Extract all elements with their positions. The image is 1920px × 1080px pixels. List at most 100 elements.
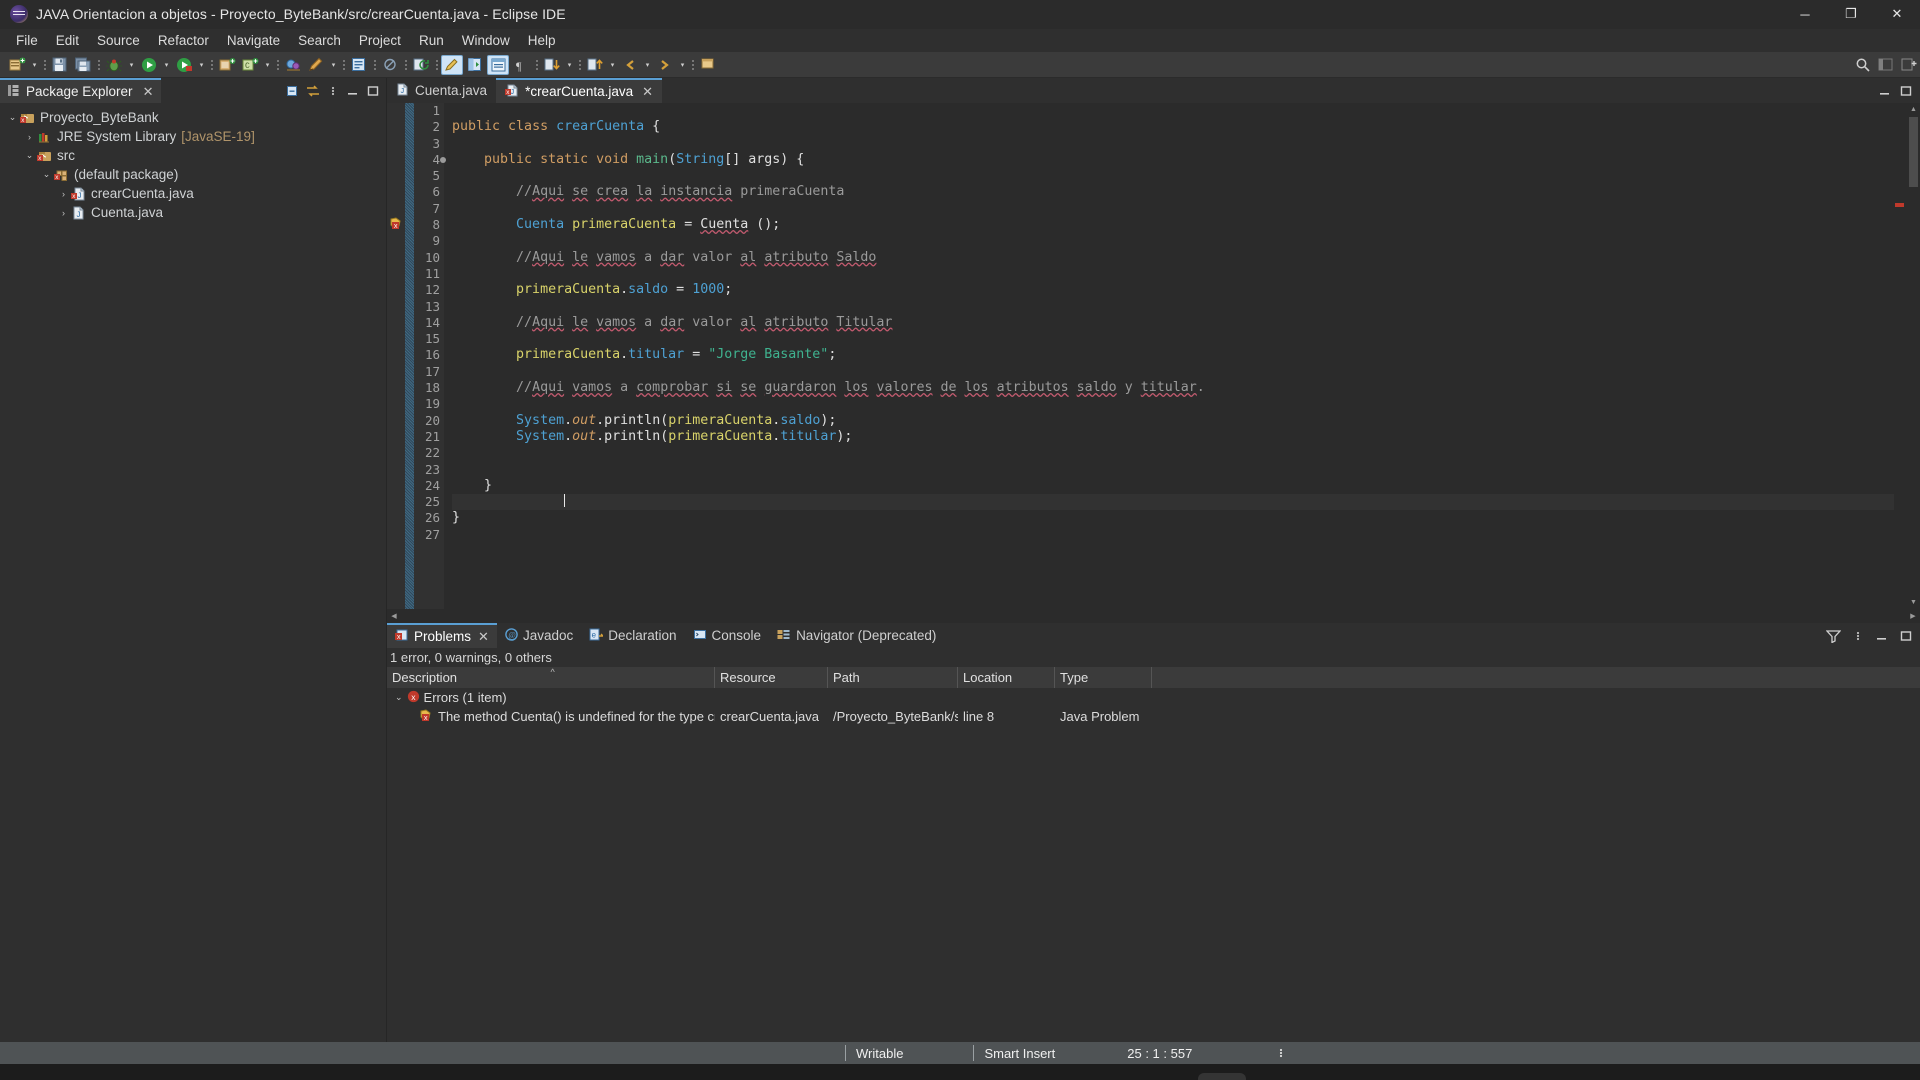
- tree-item-default-package[interactable]: ⌄ x (default package): [0, 165, 386, 184]
- column-header-type[interactable]: Type: [1055, 667, 1152, 688]
- tab-problems[interactable]: x Problems ✕: [387, 623, 497, 648]
- column-header-location[interactable]: Location: [958, 667, 1055, 688]
- search-dropdown-icon[interactable]: ▾: [328, 56, 339, 74]
- back-icon[interactable]: [619, 55, 641, 75]
- code-line[interactable]: System.out.println(primeraCuenta.saldo);: [452, 413, 1894, 429]
- back-dropdown-icon[interactable]: ▾: [642, 56, 653, 74]
- code-line[interactable]: [452, 462, 1894, 478]
- next-annotation-icon[interactable]: [541, 55, 563, 75]
- table-row[interactable]: x The method Cuenta() is undefined for t…: [387, 707, 1920, 726]
- code-line[interactable]: }: [452, 510, 1894, 526]
- scroll-down-icon[interactable]: ▼: [1907, 596, 1920, 609]
- scroll-up-icon[interactable]: ▲: [1907, 103, 1920, 116]
- maximize-view-icon[interactable]: [364, 82, 381, 99]
- menu-window[interactable]: Window: [453, 31, 519, 50]
- previous-annotation-icon[interactable]: [584, 55, 606, 75]
- save-icon[interactable]: [49, 55, 71, 75]
- pilcrow-icon[interactable]: ¶: [510, 55, 532, 75]
- minimize-button[interactable]: ─: [1782, 0, 1828, 29]
- code-line[interactable]: [452, 331, 1894, 347]
- minimize-editor-icon[interactable]: [1876, 82, 1893, 99]
- overview-error-mark[interactable]: [1895, 203, 1904, 207]
- editor-horizontal-scrollbar[interactable]: ◀ ▶: [387, 609, 1920, 623]
- code-line[interactable]: [452, 364, 1894, 380]
- link-with-editor-icon[interactable]: [304, 82, 321, 99]
- toolbar-search-icon[interactable]: [1852, 55, 1874, 75]
- code-line[interactable]: //Aqui se crea la instancia primeraCuent…: [452, 184, 1894, 200]
- code-line[interactable]: public static void main(String[] args) {: [452, 152, 1894, 168]
- horizontal-scroll-thumb[interactable]: [401, 611, 1906, 621]
- code-line[interactable]: [452, 266, 1894, 282]
- twisty-icon[interactable]: ⌄: [395, 692, 403, 703]
- file-explorer-icon[interactable]: [820, 1073, 868, 1080]
- menu-help[interactable]: Help: [519, 31, 565, 50]
- open-type-icon[interactable]: [282, 55, 304, 75]
- toggle-mark-occurrences-icon[interactable]: [441, 54, 463, 75]
- save-all-icon[interactable]: [72, 55, 94, 75]
- view-menu-icon[interactable]: [324, 82, 341, 99]
- collapse-all-icon[interactable]: [284, 82, 301, 99]
- twisty-icon[interactable]: ›: [23, 132, 36, 142]
- editor-folding-strip[interactable]: [405, 103, 414, 609]
- code-line[interactable]: public class crearCuenta {: [452, 119, 1894, 135]
- code-line[interactable]: }: [452, 478, 1894, 494]
- editor-code-text[interactable]: public class crearCuenta { public static…: [444, 103, 1894, 609]
- last-edit-location-icon[interactable]: [410, 55, 432, 75]
- rstudio-icon[interactable]: R: [874, 1073, 922, 1080]
- menu-search[interactable]: Search: [289, 31, 350, 50]
- editor-vertical-scrollbar[interactable]: ▲ ▼: [1907, 103, 1920, 609]
- search-pencil-icon[interactable]: [305, 55, 327, 75]
- code-line[interactable]: [452, 445, 1894, 461]
- tab-javadoc[interactable]: @ Javadoc: [497, 627, 581, 644]
- tab-package-explorer[interactable]: Package Explorer ✕: [0, 78, 162, 103]
- code-line[interactable]: [452, 494, 1894, 511]
- code-line[interactable]: //Aqui le vamos a dar valor al atributo …: [452, 315, 1894, 331]
- chrome-icon[interactable]: [1144, 1073, 1192, 1080]
- external-tools-dropdown-icon[interactable]: ▾: [196, 56, 207, 74]
- tree-item-jre-library[interactable]: › JRE System Library [JavaSE-19]: [0, 127, 386, 146]
- close-icon[interactable]: ✕: [478, 629, 489, 645]
- menu-run[interactable]: Run: [410, 31, 453, 50]
- start-windows-icon[interactable]: [452, 1073, 500, 1080]
- twisty-icon[interactable]: ⌄: [6, 112, 19, 123]
- filter-icon[interactable]: [1825, 627, 1842, 644]
- tab-cuenta-java[interactable]: J Cuenta.java: [387, 78, 497, 103]
- column-header-path[interactable]: Path: [828, 667, 958, 688]
- editor-overview-ruler[interactable]: [1894, 103, 1907, 609]
- debug-icon[interactable]: [103, 55, 125, 75]
- code-line[interactable]: primeraCuenta.titular = "Jorge Basante";: [452, 347, 1894, 363]
- twisty-icon[interactable]: ›: [57, 189, 70, 199]
- code-line[interactable]: [452, 168, 1894, 184]
- scroll-left-icon[interactable]: ◀: [387, 612, 401, 620]
- new-java-project-icon[interactable]: [216, 55, 238, 75]
- code-line[interactable]: [452, 299, 1894, 315]
- editor-marker-column[interactable]: x: [387, 103, 405, 609]
- pin-editor-icon[interactable]: [697, 55, 719, 75]
- widgets-weather-icon[interactable]: [712, 1073, 760, 1080]
- forward-dropdown-icon[interactable]: ▾: [677, 56, 688, 74]
- twisty-icon[interactable]: ⌄: [23, 150, 36, 161]
- tree-item-src[interactable]: ⌄ x src: [0, 146, 386, 165]
- code-line[interactable]: primeraCuenta.saldo = 1000;: [452, 282, 1894, 298]
- menu-file[interactable]: File: [7, 31, 47, 50]
- vertical-scroll-thumb[interactable]: [1909, 117, 1918, 187]
- tab-navigator[interactable]: Navigator (Deprecated): [769, 628, 944, 644]
- menu-refactor[interactable]: Refactor: [149, 31, 218, 50]
- new-class-dropdown-icon[interactable]: ▾: [262, 56, 273, 74]
- maximize-button[interactable]: ❐: [1828, 0, 1874, 29]
- perspective-java-icon[interactable]: [1875, 55, 1897, 75]
- error-marker-icon[interactable]: x: [389, 217, 403, 233]
- run-dropdown-icon[interactable]: ▾: [161, 56, 172, 74]
- run-icon[interactable]: [138, 55, 160, 75]
- minimize-view-icon[interactable]: [1873, 627, 1890, 644]
- minimize-view-icon[interactable]: [344, 82, 361, 99]
- open-perspective-add-icon[interactable]: [1898, 55, 1920, 75]
- open-perspective-icon[interactable]: [464, 55, 486, 75]
- close-icon[interactable]: ✕: [143, 84, 154, 100]
- code-line[interactable]: [452, 233, 1894, 249]
- tree-item-project[interactable]: ⌄ x Proyecto_ByteBank: [0, 108, 386, 127]
- task-view-icon[interactable]: [766, 1073, 814, 1080]
- column-header-resource[interactable]: Resource: [715, 667, 828, 688]
- code-line[interactable]: //Aqui le vamos a dar valor al atributo …: [452, 250, 1894, 266]
- code-line[interactable]: System.out.println(primeraCuenta.titular…: [452, 429, 1894, 445]
